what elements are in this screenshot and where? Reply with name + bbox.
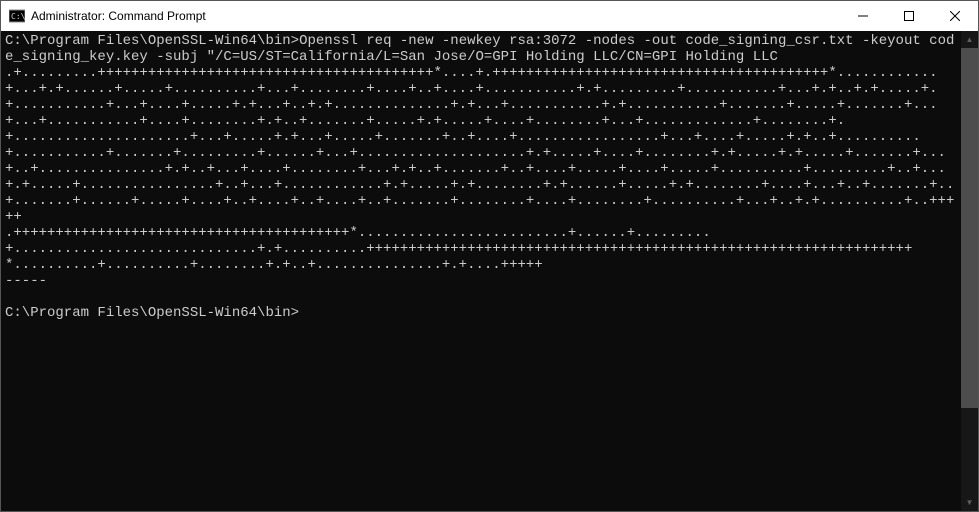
prompt-path: C:\Program Files\OpenSSL-Win64\bin>	[5, 305, 299, 321]
cursor	[299, 307, 307, 321]
prompt-path: C:\Program Files\OpenSSL-Win64\bin>	[5, 33, 299, 49]
window-controls	[840, 1, 978, 31]
client-area: C:\Program Files\OpenSSL-Win64\bin>Opens…	[1, 31, 978, 511]
window-frame: C:\ Administrator: Command Prompt C:\Pro…	[0, 0, 979, 512]
scroll-up-button[interactable]: ▲	[961, 31, 978, 48]
close-button[interactable]	[932, 1, 978, 31]
maximize-button[interactable]	[886, 1, 932, 31]
cmd-icon: C:\	[9, 8, 25, 24]
terminal-output[interactable]: C:\Program Files\OpenSSL-Win64\bin>Opens…	[1, 31, 961, 511]
titlebar[interactable]: C:\ Administrator: Command Prompt	[1, 1, 978, 31]
scroll-down-button[interactable]: ▼	[961, 494, 978, 511]
minimize-button[interactable]	[840, 1, 886, 31]
vertical-scrollbar[interactable]: ▲ ▼	[961, 31, 978, 511]
window-title: Administrator: Command Prompt	[31, 9, 840, 23]
scroll-thumb[interactable]	[961, 48, 978, 408]
svg-text:C:\: C:\	[11, 12, 25, 21]
keygen-output: .+.........+++++++++++++++++++++++++++++…	[5, 65, 954, 289]
